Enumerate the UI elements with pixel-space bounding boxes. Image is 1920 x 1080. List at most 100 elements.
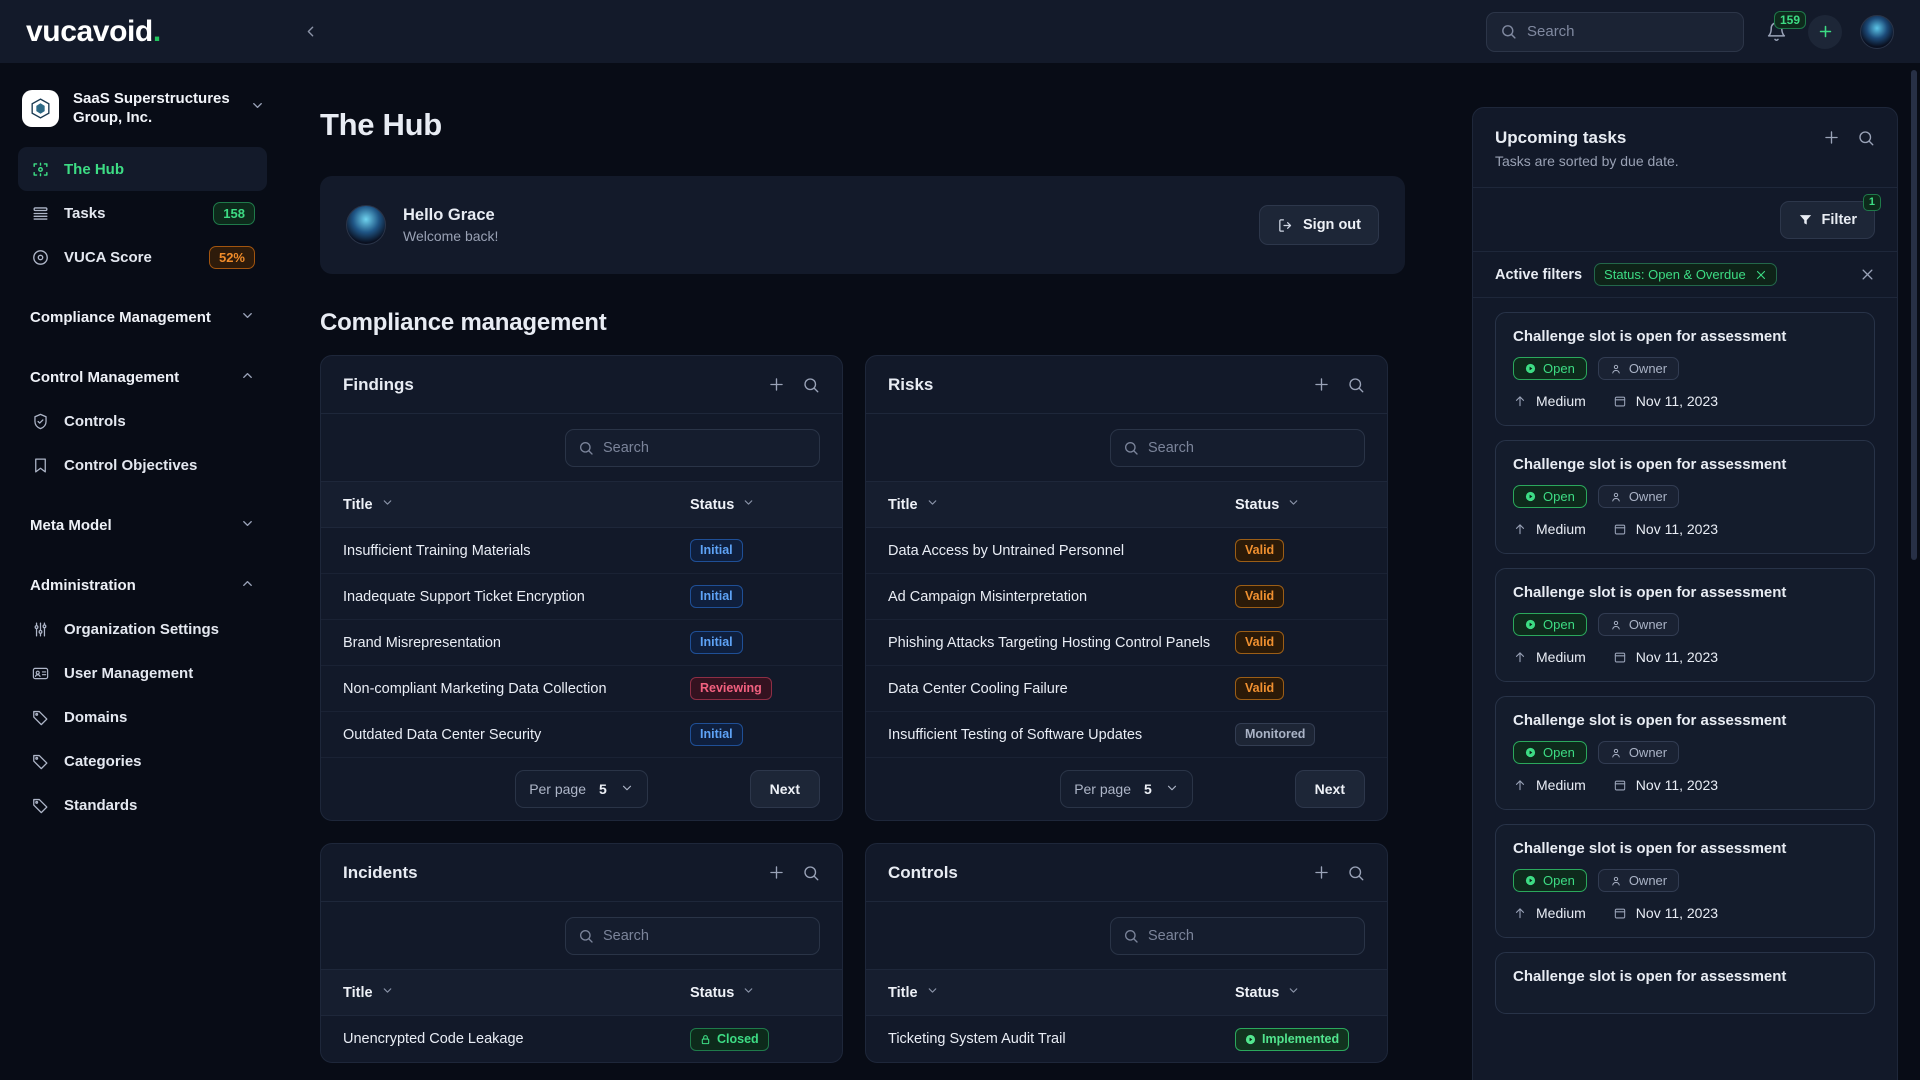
sidebar-item-user-management[interactable]: User Management [18, 651, 267, 695]
sign-out-button[interactable]: Sign out [1259, 205, 1379, 245]
search-incidents-button[interactable] [802, 864, 820, 882]
quick-add-button[interactable] [1808, 14, 1842, 49]
user-avatar[interactable] [1860, 14, 1894, 49]
next-page-button[interactable]: Next [1294, 770, 1365, 808]
filter-button[interactable]: Filter 1 [1779, 193, 1881, 239]
task-status-label: Open [1543, 617, 1575, 632]
per-page-value: 5 [1144, 781, 1152, 797]
per-page-select[interactable]: Per page 5 [515, 770, 648, 808]
table-row[interactable]: Insufficient Testing of Software Updates… [866, 712, 1387, 758]
play-circle-icon [1525, 747, 1536, 758]
table-row[interactable]: Insufficient Training Materials Initial [321, 528, 842, 574]
close-icon [1756, 270, 1765, 279]
tasks-list[interactable]: Challenge slot is open for assessment Op… [1473, 298, 1897, 1080]
sidebar-item-domains[interactable]: Domains [18, 695, 267, 739]
column-header-status[interactable]: Status [1235, 984, 1365, 1001]
column-header-title[interactable]: Title [343, 496, 690, 513]
search-findings-button[interactable] [802, 376, 820, 394]
findings-search-input[interactable]: Search [565, 428, 820, 467]
column-header-title[interactable]: Title [888, 984, 1235, 1001]
task-owner-chip: Owner [1597, 613, 1680, 636]
table-row[interactable]: Data Access by Untrained Personnel Valid [866, 528, 1387, 574]
sidebar-item-categories[interactable]: Categories [18, 739, 267, 783]
sidebar-group-compliance-management[interactable]: Compliance Management [18, 295, 267, 339]
add-finding-button[interactable] [767, 375, 786, 394]
sidebar-item-controls[interactable]: Controls [18, 399, 267, 443]
incidents-search-input[interactable]: Search [565, 916, 820, 955]
task-priority: Medium [1536, 393, 1586, 409]
task-card[interactable]: Challenge slot is open for assessment Op… [1495, 696, 1875, 810]
task-card[interactable]: Challenge slot is open for assessment Op… [1495, 568, 1875, 682]
add-task-button[interactable] [1822, 128, 1841, 152]
row-status: Valid [1235, 585, 1365, 608]
clear-filters-button[interactable] [1860, 267, 1875, 282]
task-card[interactable]: Challenge slot is open for assessment [1495, 952, 1875, 1014]
filter-row: Filter 1 [1473, 188, 1897, 252]
risks-search-input[interactable]: Search [1110, 428, 1365, 467]
chevron-left-icon[interactable] [293, 15, 327, 49]
column-header-title[interactable]: Title [888, 496, 1235, 513]
task-title: Challenge slot is open for assessment [1513, 584, 1787, 601]
search-placeholder: Search [603, 439, 649, 456]
app-root: vucavoid. Search 159 SaaS Superstructure… [0, 0, 1920, 1080]
chevron-down-icon [742, 984, 755, 1001]
add-incident-button[interactable] [767, 863, 786, 882]
table-row[interactable]: Outdated Data Center Security Initial [321, 712, 842, 758]
task-card[interactable]: Challenge slot is open for assessment Op… [1495, 440, 1875, 554]
notifications-button[interactable]: 159 [1762, 10, 1807, 47]
next-page-button[interactable]: Next [749, 770, 820, 808]
sidebar-item-vuca-score[interactable]: VUCA Score 52% [18, 235, 267, 279]
active-filter-chip[interactable]: Status: Open & Overdue [1594, 263, 1777, 286]
sidebar-item-standards[interactable]: Standards [18, 783, 267, 827]
sidebar-item-the-hub[interactable]: The Hub [18, 147, 267, 191]
add-risk-button[interactable] [1312, 375, 1331, 394]
column-header-status[interactable]: Status [690, 984, 820, 1001]
table-header: Title Status [321, 482, 842, 528]
column-header-title[interactable]: Title [343, 984, 690, 1001]
play-circle-icon [1525, 619, 1536, 630]
sidebar-item-tasks[interactable]: Tasks 158 [18, 191, 267, 235]
org-selector[interactable]: SaaS Superstructures Group, Inc. [22, 89, 265, 127]
sidebar-group-administration[interactable]: Administration [18, 563, 267, 607]
panel-actions [1312, 863, 1365, 882]
sidebar-group-meta-model[interactable]: Meta Model [18, 503, 267, 547]
sidebar-item-control-objectives[interactable]: Control Objectives [18, 443, 267, 487]
task-card[interactable]: Challenge slot is open for assessment Op… [1495, 824, 1875, 938]
search-tasks-button[interactable] [1857, 129, 1875, 152]
table-header: Title Status [866, 482, 1387, 528]
column-header-status[interactable]: Status [690, 496, 820, 513]
sidebar-group-control-management[interactable]: Control Management [18, 355, 267, 399]
plus-icon [1819, 25, 1831, 38]
search-risks-button[interactable] [1347, 376, 1365, 394]
main-content: The Hub Hello Grace Welcome back! Sign o… [285, 63, 1450, 1080]
row-status: Monitored [1235, 723, 1365, 746]
task-owner-label: Owner [1628, 873, 1668, 888]
table-row[interactable]: Brand Misrepresentation Initial [321, 620, 842, 666]
panel-grid: Findings Search Title Status Insufficien… [320, 355, 1410, 1063]
search-controls-button[interactable] [1347, 864, 1365, 882]
per-page-select[interactable]: Per page 5 [1060, 770, 1193, 808]
row-title: Unencrypted Code Leakage [343, 1031, 524, 1047]
table-row[interactable]: Phishing Attacks Targeting Hosting Contr… [866, 620, 1387, 666]
panel-footer: Per page 5 Next [866, 758, 1387, 820]
sidebar-item-organization-settings[interactable]: Organization Settings [18, 607, 267, 651]
column-header-status[interactable]: Status [1235, 496, 1365, 513]
panel-search-row: Search [321, 414, 842, 482]
add-control-button[interactable] [1312, 863, 1331, 882]
vertical-scrollbar[interactable] [1911, 70, 1917, 560]
table-row[interactable]: Non-compliant Marketing Data Collection R… [321, 666, 842, 712]
global-search-input[interactable]: Search [1486, 11, 1744, 52]
table-row[interactable]: Unencrypted Code Leakage Closed [321, 1016, 842, 1062]
sidebar-group-label: Control Management [30, 368, 180, 386]
controls-search-input[interactable]: Search [1110, 916, 1365, 955]
app-logo[interactable]: vucavoid. [26, 15, 161, 49]
top-bar-actions: Search 159 [1486, 10, 1920, 52]
table-row[interactable]: Data Center Cooling Failure Valid [866, 666, 1387, 712]
table-row[interactable]: Ticketing System Audit Trail Implemented [866, 1016, 1387, 1062]
panel-footer: Per page 5 Next [321, 758, 842, 820]
global-search-placeholder: Search [1527, 23, 1575, 40]
table-row[interactable]: Inadequate Support Ticket Encryption Init… [321, 574, 842, 620]
table-row[interactable]: Ad Campaign Misinterpretation Valid [866, 574, 1387, 620]
task-card[interactable]: Challenge slot is open for assessment Op… [1495, 312, 1875, 426]
